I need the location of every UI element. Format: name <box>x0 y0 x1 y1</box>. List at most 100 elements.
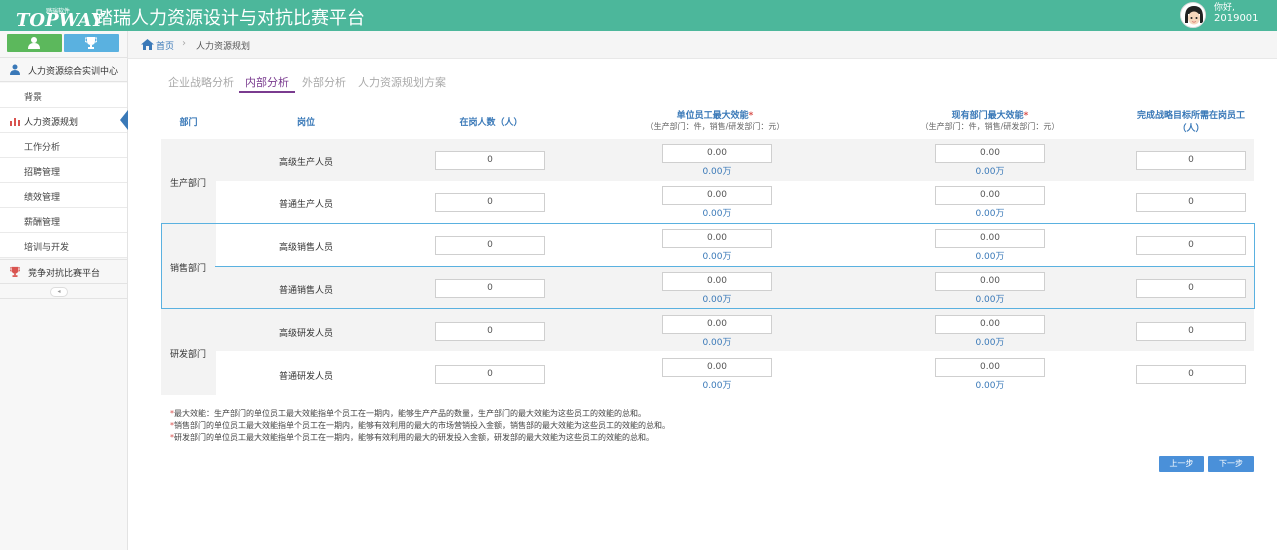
col-header-position: 岗位 <box>296 118 315 128</box>
dept-eff-input[interactable]: 0.00 <box>935 186 1045 205</box>
count-input[interactable]: 0 <box>435 322 545 341</box>
target-input[interactable]: 0 <box>1136 322 1246 341</box>
dept-eff-wan: 0.00万 <box>975 167 1005 177</box>
bar-chart-icon <box>10 115 20 129</box>
unit-eff-input[interactable]: 0.00 <box>662 358 772 377</box>
sidebar-item-label: 人力资源规划 <box>24 118 79 128</box>
col-header-dept-eff-sub: （生产部门：件，销售/研发部门：元） <box>920 122 1060 131</box>
col-header-target-unit: （人） <box>1177 124 1205 134</box>
unit-eff-title: 单位员工最大效能 <box>676 111 749 121</box>
logo-text: TOPWAY <box>16 10 104 31</box>
sidebar-item-recruitment[interactable]: 招聘管理 <box>0 158 127 183</box>
count-input[interactable]: 0 <box>435 365 545 384</box>
unit-eff-input[interactable]: 0.00 <box>662 229 772 248</box>
trophy-icon <box>85 37 97 49</box>
tab-internal-analysis[interactable]: 内部分析 <box>239 74 295 93</box>
note-text: 最大效能：生产部门的单位员工最大效能指单个员工在一期内，能够生产产品的数量，生产… <box>174 409 646 418</box>
dept-eff-input[interactable]: 0.00 <box>935 272 1045 291</box>
target-input[interactable]: 0 <box>1136 236 1246 255</box>
sidebar: 人力资源综合实训中心 背景 人力资源规划 工作分析 招聘管理 绩效管理 薪酬管理… <box>0 31 128 550</box>
sidebar-item-compensation[interactable]: 薪酬管理 <box>0 208 127 233</box>
sidebar-section-hr-center[interactable]: 人力资源综合实训中心 <box>0 57 127 82</box>
unit-eff-wan: 0.00万 <box>702 167 732 177</box>
home-icon[interactable] <box>141 39 154 53</box>
collapse-toggle-icon[interactable]: ◂ <box>50 287 68 297</box>
col-header-dept-eff: 现有部门最大效能* <box>855 108 1125 121</box>
note-line: *最大效能：生产部门的单位员工最大效能指单个员工在一期内，能够生产产品的数量，生… <box>170 408 670 420</box>
col-header-count: 在岗人数（人） <box>459 118 523 128</box>
sidebar-item-performance[interactable]: 绩效管理 <box>0 183 127 208</box>
unit-eff-wan: 0.00万 <box>702 209 732 219</box>
top-header: 踏瑞软件 TOPWAY 踏瑞人力资源设计与对抗比赛平台 你好, 2019001 <box>0 0 1277 31</box>
next-button[interactable]: 下一步 <box>1208 456 1254 472</box>
dept-eff-input[interactable]: 0.00 <box>935 144 1045 163</box>
position-label: 高级销售人员 <box>279 243 334 253</box>
sidebar-user-button[interactable] <box>7 34 62 52</box>
required-mark: * <box>1023 111 1029 121</box>
target-input[interactable]: 0 <box>1136 193 1246 212</box>
required-mark: * <box>748 111 754 121</box>
tab-hr-plan[interactable]: 人力资源规划方案 <box>358 74 446 90</box>
target-input[interactable]: 0 <box>1136 279 1246 298</box>
notes: *最大效能：生产部门的单位员工最大效能指单个员工在一期内，能够生产产品的数量，生… <box>170 408 670 444</box>
position-label: 普通生产人员 <box>279 200 334 210</box>
sidebar-item-training[interactable]: 培训与开发 <box>0 233 127 258</box>
dept-label-rd: 研发部门 <box>170 350 207 360</box>
topway-logo[interactable]: 踏瑞软件 TOPWAY <box>6 3 104 31</box>
sidebar-item-hr-planning[interactable]: 人力资源规划 <box>0 108 128 133</box>
sidebar-item-label: 招聘管理 <box>24 168 61 178</box>
unit-eff-wan: 0.00万 <box>702 338 732 348</box>
breadcrumb-current: 人力资源规划 <box>196 42 251 52</box>
target-input[interactable]: 0 <box>1136 365 1246 384</box>
unit-eff-input[interactable]: 0.00 <box>662 186 772 205</box>
unit-eff-input[interactable]: 0.00 <box>662 144 772 163</box>
tab-external-analysis[interactable]: 外部分析 <box>302 74 346 90</box>
sidebar-item-label: 培训与开发 <box>24 243 70 253</box>
note-line: *研发部门的单位员工最大效能指单个员工在一期内，能够有效利用的最大的研发投入金额… <box>170 432 670 444</box>
col-header-dept: 部门 <box>179 118 198 128</box>
dept-eff-wan: 0.00万 <box>975 295 1005 305</box>
user-avatar[interactable] <box>1180 2 1206 28</box>
sidebar-item-background[interactable]: 背景 <box>0 83 127 108</box>
count-input[interactable]: 0 <box>435 279 545 298</box>
target-input[interactable]: 0 <box>1136 151 1246 170</box>
note-text: 销售部门的单位员工最大效能指单个员工在一期内，能够有效利用的最大的市场营销投入金… <box>174 421 670 430</box>
sidebar-item-job-analysis[interactable]: 工作分析 <box>0 133 127 158</box>
unit-eff-wan: 0.00万 <box>702 252 732 262</box>
unit-eff-wan: 0.00万 <box>702 295 732 305</box>
sidebar-section-label: 人力资源综合实训中心 <box>28 67 119 77</box>
count-input[interactable]: 0 <box>435 193 545 212</box>
dept-eff-input[interactable]: 0.00 <box>935 358 1045 377</box>
dept-label-sales: 销售部门 <box>170 264 207 274</box>
unit-eff-input[interactable]: 0.00 <box>662 315 772 334</box>
dept-eff-wan: 0.00万 <box>975 338 1005 348</box>
breadcrumb-separator: › <box>182 38 186 49</box>
sidebar-section-competition[interactable]: 竞争对抗比赛平台 <box>0 259 127 284</box>
note-text: 研发部门的单位员工最大效能指单个员工在一期内，能够有效利用的最大的研发投入金额，… <box>174 433 654 442</box>
tab-strategy-analysis[interactable]: 企业战略分析 <box>168 74 234 90</box>
position-label: 高级研发人员 <box>279 329 334 339</box>
count-input[interactable]: 0 <box>435 236 545 255</box>
sidebar-item-label: 绩效管理 <box>24 193 61 203</box>
count-input[interactable]: 0 <box>435 151 545 170</box>
dept-eff-input[interactable]: 0.00 <box>935 315 1045 334</box>
sidebar-item-label: 背景 <box>24 93 43 103</box>
person-icon <box>10 64 20 78</box>
dept-eff-wan: 0.00万 <box>975 252 1005 262</box>
position-label: 普通销售人员 <box>279 286 334 296</box>
sidebar-item-label: 薪酬管理 <box>24 218 61 228</box>
note-line: *销售部门的单位员工最大效能指单个员工在一期内，能够有效利用的最大的市场营销投入… <box>170 420 670 432</box>
breadcrumb-home-link[interactable]: 首页 <box>156 39 174 52</box>
unit-eff-wan: 0.00万 <box>702 381 732 391</box>
col-header-unit-eff-sub: （生产部门：件，销售/研发部门：元） <box>645 122 785 131</box>
dept-eff-wan: 0.00万 <box>975 209 1005 219</box>
sidebar-collapse: ◂ <box>0 285 127 299</box>
dept-label-production: 生产部门 <box>170 179 207 189</box>
unit-eff-input[interactable]: 0.00 <box>662 272 772 291</box>
app-title: 踏瑞人力资源设计与对抗比赛平台 <box>95 8 365 29</box>
trophy-icon <box>9 266 21 280</box>
dept-eff-input[interactable]: 0.00 <box>935 229 1045 248</box>
sidebar-trophy-button[interactable] <box>64 34 119 52</box>
prev-button[interactable]: 上一步 <box>1159 456 1204 472</box>
user-id: 2019001 <box>1214 13 1259 24</box>
